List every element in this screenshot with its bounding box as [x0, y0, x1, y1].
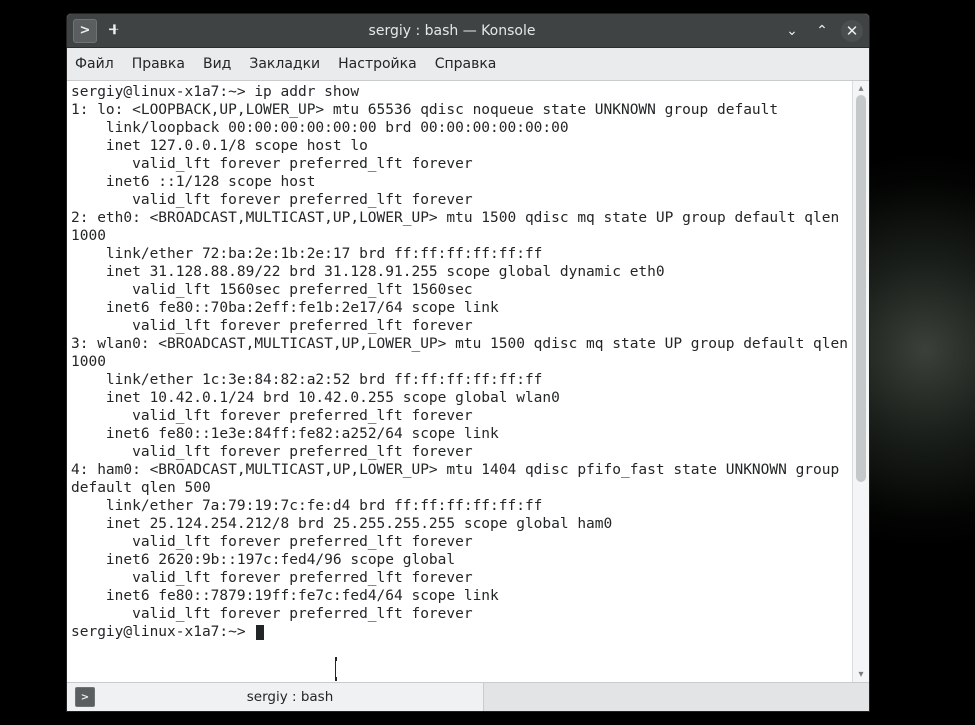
- maximize-button[interactable]: ⌃: [811, 20, 833, 42]
- terminal-cursor: [256, 625, 264, 640]
- pin-icon: [107, 24, 121, 38]
- scrollbar[interactable]: ▴ ▾: [852, 81, 869, 682]
- tab-sergiy-bash[interactable]: > sergiy : bash: [67, 683, 484, 711]
- scrollbar-thumb[interactable]: [856, 95, 866, 482]
- titlebar[interactable]: > sergiy : bash — Konsole ⌄ ⌃ ✕: [67, 14, 869, 48]
- menu-view[interactable]: Вид: [203, 56, 231, 72]
- prompt-icon: >: [81, 692, 89, 703]
- chevron-down-icon: ⌄: [786, 23, 798, 39]
- chevron-up-icon: ⌃: [816, 23, 828, 39]
- pin-button[interactable]: [105, 22, 123, 40]
- prompt-icon: >: [80, 23, 91, 38]
- menubar: Файл Правка Вид Закладки Настройка Справ…: [67, 48, 869, 81]
- tab-terminal-icon: >: [75, 687, 95, 707]
- terminal-view[interactable]: sergiy@linux-x1a7:~> ip addr show 1: lo:…: [67, 81, 852, 682]
- terminal-prompt: sergiy@linux-x1a7:~>: [71, 84, 254, 100]
- window-title: sergiy : bash — Konsole: [131, 23, 773, 39]
- minimize-button[interactable]: ⌄: [781, 20, 803, 42]
- close-icon: ✕: [846, 22, 859, 40]
- menu-settings[interactable]: Настройка: [338, 56, 417, 72]
- tab-label: sergiy : bash: [105, 689, 475, 705]
- new-tab-button[interactable]: >: [73, 19, 97, 43]
- menu-edit[interactable]: Правка: [132, 56, 185, 72]
- menu-bookmarks[interactable]: Закладки: [249, 56, 320, 72]
- terminal-command: ip addr show: [254, 84, 359, 100]
- terminal-output: 1: lo: <LOOPBACK,UP,LOWER_UP> mtu 65536 …: [71, 102, 852, 622]
- terminal-container: sergiy@linux-x1a7:~> ip addr show 1: lo:…: [67, 81, 869, 682]
- tabbar: > sergiy : bash: [67, 682, 869, 711]
- menu-file[interactable]: Файл: [75, 56, 114, 72]
- text-caret-icon: [335, 657, 337, 681]
- konsole-window: > sergiy : bash — Konsole ⌄ ⌃ ✕ Файл Пра…: [67, 14, 869, 711]
- scrollbar-down-icon[interactable]: ▾: [853, 669, 869, 680]
- menu-help[interactable]: Справка: [435, 56, 497, 72]
- scrollbar-up-icon[interactable]: ▴: [853, 83, 869, 94]
- close-button[interactable]: ✕: [841, 20, 863, 42]
- terminal-prompt-2: sergiy@linux-x1a7:~>: [71, 624, 254, 640]
